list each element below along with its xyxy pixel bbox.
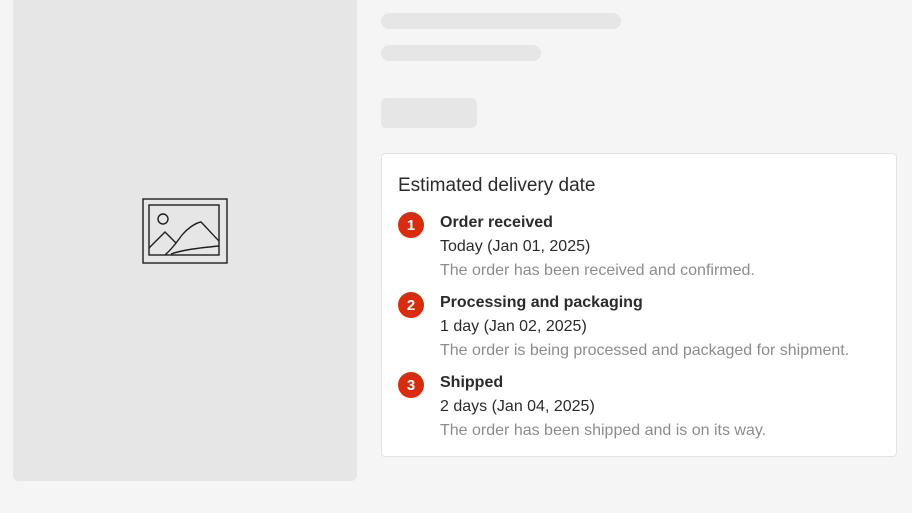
delivery-step-shipped: 3 Shipped 2 days (Jan 04, 2025) The orde… [398,371,880,451]
product-image-placeholder [13,0,357,481]
product-page: Estimated delivery date 1 Order received… [0,0,912,513]
step-description: The order is being processed and package… [440,342,850,359]
product-title-skeleton [381,13,621,29]
step-description: The order has been received and confirme… [440,262,755,279]
step-number-badge: 1 [398,212,424,238]
image-placeholder-icon [142,198,228,264]
estimated-delivery-card: Estimated delivery date 1 Order received… [381,153,897,457]
step-title: Processing and packaging [440,294,643,311]
step-description: The order has been shipped and is on its… [440,422,767,439]
step-date: Today (Jan 01, 2025) [440,238,591,255]
delivery-step-order-received: 1 Order received Today (Jan 01, 2025) Th… [398,211,880,291]
step-title: Order received [440,214,553,231]
step-date: 1 day (Jan 02, 2025) [440,318,587,335]
delivery-card-title: Estimated delivery date [398,175,596,196]
step-date: 2 days (Jan 04, 2025) [440,398,595,415]
step-number-badge: 2 [398,292,424,318]
product-price-skeleton [381,98,477,128]
step-title: Shipped [440,374,504,391]
delivery-step-processing: 2 Processing and packaging 1 day (Jan 02… [398,291,880,371]
product-subtitle-skeleton [381,45,541,61]
step-number-badge: 3 [398,372,424,398]
